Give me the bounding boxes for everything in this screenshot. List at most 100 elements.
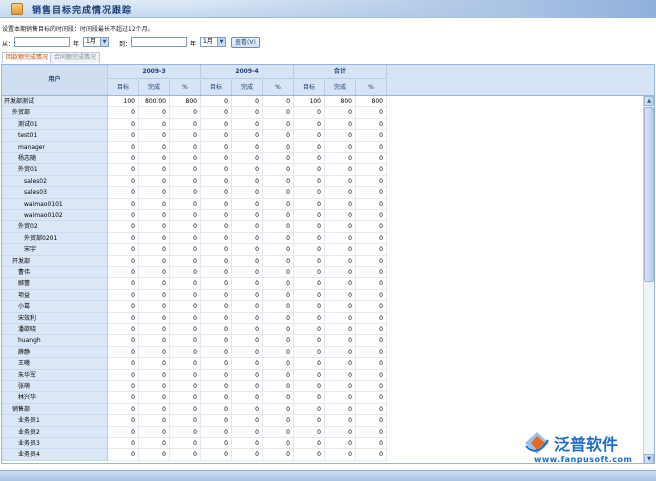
table-row[interactable]: huangh 0 0 0 0 0 0 0 0 0 (2, 335, 642, 347)
table-row[interactable]: 杨志随 0 0 0 0 0 0 0 0 0 (2, 153, 642, 165)
table-cell: 0 (232, 210, 263, 222)
table-row[interactable]: manager 0 0 0 0 0 0 0 0 0 (2, 141, 642, 153)
table-row[interactable]: 郦蕾 0 0 0 0 0 0 0 0 0 (2, 278, 642, 290)
table-cell: 0 (263, 244, 294, 256)
table-cell: 0 (201, 301, 232, 313)
table-cell: 0 (294, 438, 325, 450)
table-row[interactable]: 开发部测试 100 800.00 800 0 0 0 100 800 800 (2, 96, 642, 108)
table-cell: 0 (294, 118, 325, 131)
table-row[interactable]: 开发部 0 0 0 0 0 0 0 0 0 (2, 255, 642, 267)
table-cell: 0 (108, 187, 139, 199)
table-cell: 0 (108, 130, 139, 142)
table-cell: 0 (139, 324, 170, 336)
table-row[interactable]: 销售部 0 0 0 0 0 0 0 0 0 (2, 403, 642, 416)
table-row[interactable]: 宋宇 0 0 0 0 0 0 0 0 0 (2, 244, 642, 256)
table-cell: 0 (139, 369, 170, 381)
table-cell: 0 (325, 141, 356, 153)
view-button[interactable]: 查看(V) (231, 37, 260, 48)
table-cell: 0 (294, 415, 325, 427)
table-row[interactable]: 外贸02 0 0 0 0 0 0 0 0 0 (2, 221, 642, 233)
table-cell: 0 (108, 198, 139, 210)
table-cell: 0 (356, 312, 387, 324)
table-cell: 0 (170, 324, 201, 336)
table-cell: 0 (170, 335, 201, 347)
target-grid: 用户 2009-3 2009-4 合计 目标 完成 % 目标 完成 % 目标 完… (1, 64, 655, 464)
table-cell: 0 (139, 198, 170, 210)
grid-header: 用户 2009-3 2009-4 合计 目标 完成 % 目标 完成 % 目标 完… (2, 65, 654, 96)
row-user-name: 杨志随 (2, 153, 108, 165)
table-cell: 0 (263, 96, 294, 108)
from-month-select[interactable]: 1月 ▼ (83, 37, 109, 47)
table-row[interactable]: waimao0101 0 0 0 0 0 0 0 0 0 (2, 198, 642, 210)
to-label: 到： (119, 41, 132, 48)
scroll-thumb[interactable] (644, 107, 654, 282)
table-row[interactable]: 王曦 0 0 0 0 0 0 0 0 0 (2, 358, 642, 370)
table-cell: 0 (201, 175, 232, 188)
table-row[interactable]: 测试01 0 0 0 0 0 0 0 0 0 (2, 118, 642, 131)
table-row[interactable]: 朱华军 0 0 0 0 0 0 0 0 0 (2, 369, 642, 381)
table-row[interactable]: 外贸部0201 0 0 0 0 0 0 0 0 0 (2, 232, 642, 245)
to-month-select[interactable]: 1月 ▼ (200, 37, 226, 47)
table-row[interactable]: sales02 0 0 0 0 0 0 0 0 0 (2, 175, 642, 188)
table-cell: 0 (232, 141, 263, 153)
table-row[interactable]: 潘欲晓 0 0 0 0 0 0 0 0 0 (2, 324, 642, 336)
table-row[interactable]: test01 0 0 0 0 0 0 0 0 0 (2, 130, 642, 142)
table-cell: 0 (356, 278, 387, 290)
table-row[interactable]: 张萌 0 0 0 0 0 0 0 0 0 (2, 381, 642, 393)
table-row[interactable]: sales03 0 0 0 0 0 0 0 0 0 (2, 187, 642, 199)
from-year-input[interactable] (14, 37, 70, 47)
table-cell: 0 (201, 403, 232, 416)
table-cell: 0 (170, 107, 201, 119)
grid-body: 开发部测试 100 800.00 800 0 0 0 100 800 800 外贸部 0 0 0 0 0 0 0 0… (2, 96, 642, 463)
table-cell: 0 (263, 232, 294, 245)
vertical-scrollbar[interactable]: ▲ ▼ (643, 96, 654, 463)
table-cell: 0 (356, 107, 387, 119)
table-cell: 0 (263, 426, 294, 438)
row-user-name: 业务员3 (2, 438, 108, 450)
table-cell: 0 (232, 335, 263, 347)
table-row[interactable]: 外贸01 0 0 0 0 0 0 0 0 0 (2, 164, 642, 176)
table-cell: 0 (356, 153, 387, 165)
chevron-down-icon[interactable]: ▼ (217, 38, 225, 46)
table-cell: 0 (139, 244, 170, 256)
table-cell: 0 (201, 118, 232, 131)
table-cell: 0 (139, 175, 170, 188)
table-row[interactable]: 林兴华 0 0 0 0 0 0 0 0 0 (2, 392, 642, 404)
table-cell: 0 (356, 358, 387, 370)
table-cell: 0 (232, 164, 263, 176)
table-row[interactable]: 薛静 0 0 0 0 0 0 0 0 0 (2, 346, 642, 359)
table-cell: 0 (232, 244, 263, 256)
table-row[interactable]: 曹伟 0 0 0 0 0 0 0 0 0 (2, 267, 642, 279)
table-cell: 0 (139, 438, 170, 450)
to-year-input[interactable] (131, 37, 187, 47)
table-cell: 0 (232, 107, 263, 119)
table-cell: 0 (232, 438, 263, 450)
group-header-2: 2009-4 (201, 65, 294, 79)
tab-contract-completion[interactable]: 合同额完成情况 (50, 52, 101, 63)
table-cell: 0 (325, 358, 356, 370)
table-cell: 0 (294, 198, 325, 210)
table-cell: 0 (325, 312, 356, 324)
row-user-name: 开发部 (2, 255, 108, 267)
table-cell: 0 (170, 164, 201, 176)
table-cell: 0 (294, 164, 325, 176)
table-cell: 800 (356, 96, 387, 108)
table-cell: 0 (108, 392, 139, 404)
table-cell: 0 (170, 312, 201, 324)
tab-payment-completion[interactable]: 回款额完成情况 (2, 52, 53, 63)
table-row[interactable]: waimao0102 0 0 0 0 0 0 0 0 0 (2, 210, 642, 222)
table-cell: 0 (170, 438, 201, 450)
scroll-up-icon[interactable]: ▲ (644, 96, 654, 106)
table-row[interactable]: 小葛 0 0 0 0 0 0 0 0 0 (2, 301, 642, 313)
table-cell: 0 (108, 381, 139, 393)
chevron-down-icon[interactable]: ▼ (100, 38, 108, 46)
table-cell: 0 (356, 381, 387, 393)
table-row[interactable]: 业务员1 0 0 0 0 0 0 0 0 0 (2, 415, 642, 427)
table-cell: 0 (139, 415, 170, 427)
table-cell: 0 (263, 301, 294, 313)
table-row[interactable]: 宋效利 0 0 0 0 0 0 0 0 0 (2, 312, 642, 324)
table-row[interactable]: 项益 0 0 0 0 0 0 0 0 0 (2, 289, 642, 302)
row-user-name: 曹伟 (2, 267, 108, 279)
table-cell: 0 (294, 403, 325, 416)
table-row[interactable]: 外贸部 0 0 0 0 0 0 0 0 0 (2, 107, 642, 119)
